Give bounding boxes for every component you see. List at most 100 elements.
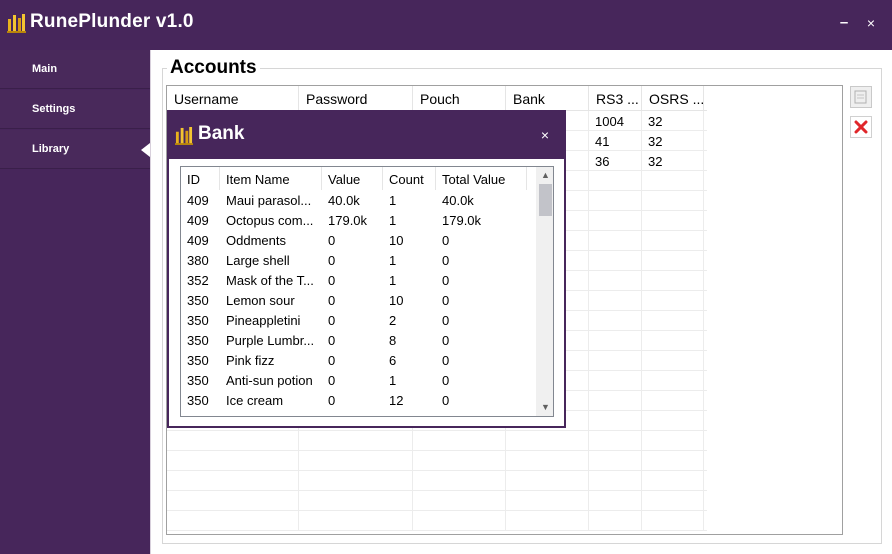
table-cell bbox=[506, 431, 589, 451]
table-cell bbox=[642, 491, 704, 511]
table-cell bbox=[642, 311, 704, 331]
list-cell: 40.0k bbox=[328, 193, 360, 208]
export-icon bbox=[854, 90, 867, 104]
table-cell bbox=[642, 291, 704, 311]
scroll-up-icon[interactable]: ▲ bbox=[537, 167, 553, 184]
table-row[interactable] bbox=[167, 511, 707, 531]
list-cell: 10 bbox=[389, 293, 404, 308]
list-item[interactable]: 350 Purple Lumbr... 0 8 0 bbox=[181, 330, 536, 350]
list-cell: Maui parasol... bbox=[226, 193, 312, 208]
sidebar-item-main[interactable]: Main bbox=[0, 50, 150, 89]
sidebar-item-library[interactable]: Library bbox=[0, 130, 150, 169]
list-cell: Oddments bbox=[226, 233, 286, 248]
list-item[interactable]: 380 Large shell 0 1 0 bbox=[181, 250, 536, 270]
app-title: RunePlunder v1.0 bbox=[30, 11, 194, 32]
list-item[interactable]: 350 Pineappletini 0 2 0 bbox=[181, 310, 536, 330]
table-cell bbox=[589, 231, 642, 251]
bank-close-button[interactable]: × bbox=[537, 125, 553, 145]
table-cell: 1004 bbox=[589, 111, 642, 131]
table-cell bbox=[642, 471, 704, 491]
bank-items-list[interactable]: ID Item Name Value Count Total Value 409… bbox=[180, 166, 554, 417]
list-cell: Ice cream bbox=[226, 393, 284, 408]
gold-bars-icon bbox=[175, 127, 193, 145]
table-row[interactable] bbox=[167, 491, 707, 511]
column-header-osrs[interactable]: OSRS ... bbox=[642, 86, 704, 111]
list-cell: 350 bbox=[187, 373, 209, 388]
list-cell: 8 bbox=[389, 333, 397, 348]
table-cell bbox=[589, 351, 642, 371]
table-cell bbox=[589, 371, 642, 391]
column-header-id[interactable]: ID bbox=[181, 167, 220, 190]
close-button[interactable]: × bbox=[863, 13, 879, 33]
table-cell bbox=[642, 391, 704, 411]
bank-list-scrollbar[interactable]: ▲ ▼ bbox=[536, 167, 553, 416]
list-cell: 40.0k bbox=[442, 193, 474, 208]
table-cell bbox=[413, 491, 506, 511]
scroll-down-icon[interactable]: ▼ bbox=[537, 399, 553, 416]
list-cell: 0 bbox=[328, 273, 336, 288]
column-header-password[interactable]: Password bbox=[299, 86, 413, 111]
list-item[interactable]: 409 Octopus com... 179.0k 1 179.0k bbox=[181, 210, 536, 230]
delete-button[interactable] bbox=[850, 116, 872, 138]
list-cell: Purple Lumbr... bbox=[226, 333, 315, 348]
minimize-button[interactable]: – bbox=[836, 13, 852, 33]
list-item[interactable]: 352 Mask of the T... 0 1 0 bbox=[181, 270, 536, 290]
table-cell bbox=[589, 171, 642, 191]
list-item[interactable]: 409 Maui parasol... 40.0k 1 40.0k bbox=[181, 190, 536, 210]
table-cell bbox=[589, 331, 642, 351]
list-cell: Lemon sour bbox=[226, 293, 295, 308]
column-header-total-value[interactable]: Total Value bbox=[436, 167, 527, 190]
sidebar: Main Settings Library bbox=[0, 50, 150, 554]
accounts-table-header: Username Password Pouch Bank RS3 ... OSR… bbox=[167, 86, 707, 111]
table-cell: 41 bbox=[589, 131, 642, 151]
column-header-bank[interactable]: Bank bbox=[506, 86, 589, 111]
list-cell: 1 bbox=[389, 273, 397, 288]
table-cell bbox=[589, 511, 642, 531]
table-cell bbox=[589, 191, 642, 211]
bank-dialog-titlebar[interactable]: Bank × bbox=[169, 112, 564, 159]
list-cell: 0 bbox=[328, 313, 336, 328]
column-header-count[interactable]: Count bbox=[383, 167, 436, 190]
table-cell bbox=[413, 471, 506, 491]
list-cell: 0 bbox=[328, 353, 336, 368]
list-cell: 0 bbox=[328, 373, 336, 388]
list-cell: Pink fizz bbox=[226, 353, 275, 368]
table-cell bbox=[299, 511, 413, 531]
column-header-item-name[interactable]: Item Name bbox=[220, 167, 322, 190]
list-item[interactable]: 350 Anti-sun potion 0 1 0 bbox=[181, 370, 536, 390]
list-cell: Large shell bbox=[226, 253, 290, 268]
table-row[interactable] bbox=[167, 471, 707, 491]
list-cell: 0 bbox=[328, 393, 336, 408]
table-cell bbox=[589, 451, 642, 471]
column-header-value[interactable]: Value bbox=[322, 167, 383, 190]
list-cell: 350 bbox=[187, 333, 209, 348]
list-cell: Anti-sun potion bbox=[226, 373, 313, 388]
list-cell: 0 bbox=[442, 293, 450, 308]
list-cell: 409 bbox=[187, 233, 209, 248]
list-cell: 6 bbox=[389, 353, 397, 368]
table-row[interactable] bbox=[167, 431, 707, 451]
table-cell bbox=[642, 251, 704, 271]
table-cell bbox=[642, 271, 704, 291]
table-row[interactable] bbox=[167, 451, 707, 471]
list-item[interactable]: 350 Pink fizz 0 6 0 bbox=[181, 350, 536, 370]
list-item[interactable]: 350 Lemon sour 0 10 0 bbox=[181, 290, 536, 310]
column-header-pouch[interactable]: Pouch bbox=[413, 86, 506, 111]
list-cell: 0 bbox=[328, 253, 336, 268]
table-cell bbox=[642, 231, 704, 251]
sidebar-item-settings[interactable]: Settings bbox=[0, 90, 150, 129]
list-item[interactable]: 409 Oddments 0 10 0 bbox=[181, 230, 536, 250]
table-cell bbox=[642, 451, 704, 471]
column-header-rs3[interactable]: RS3 ... bbox=[589, 86, 642, 111]
list-item[interactable]: 350 Ice cream 0 12 0 bbox=[181, 390, 536, 410]
table-cell bbox=[589, 271, 642, 291]
list-cell: 380 bbox=[187, 253, 209, 268]
list-cell: 350 bbox=[187, 293, 209, 308]
scrollbar-thumb[interactable] bbox=[539, 184, 552, 216]
column-header-username[interactable]: Username bbox=[167, 86, 299, 111]
list-cell: 409 bbox=[187, 193, 209, 208]
table-cell bbox=[589, 411, 642, 431]
sidebar-item-label: Library bbox=[32, 143, 70, 155]
table-cell bbox=[642, 171, 704, 191]
export-button[interactable] bbox=[850, 86, 872, 108]
